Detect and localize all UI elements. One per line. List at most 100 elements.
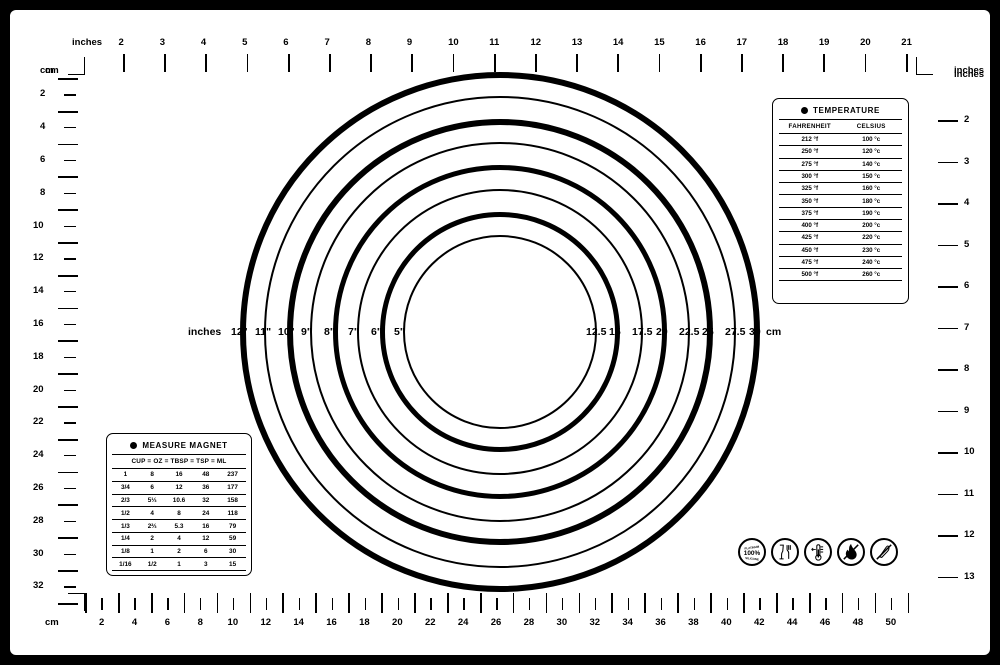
- corner-bracket-right-top: [916, 57, 933, 75]
- ruler-tick-major: [864, 54, 867, 72]
- ruler-tick-major: [479, 593, 482, 613]
- circle-guide-5in: [403, 235, 597, 429]
- table-row: 425 °f 220 °c: [779, 231, 902, 245]
- ruler-right-inches: 2 3 4 5 6 7 8 9 10 11 12 13 inches: [916, 10, 990, 655]
- ruler-tick-minor: [64, 488, 76, 490]
- table-row: 1/3 2⅔ 5.3 16 79: [112, 519, 246, 533]
- ruler-tick-major: [58, 176, 78, 179]
- circle-unit-label-cm: cm: [766, 326, 782, 338]
- ruler-tick-minor: [792, 598, 794, 610]
- circle-label-cm-22.5: 22.5: [679, 326, 700, 338]
- oz-value: 1/2: [138, 557, 166, 571]
- table-row: 1/8 1 2 6 30: [112, 544, 246, 558]
- measure-table: CUP = OZ = TBSP = TSP = ML 1 8 16 48 237 3/4 6…: [112, 454, 246, 572]
- ruler-tick-major: [381, 593, 383, 613]
- ruler-tick-minor: [496, 598, 498, 610]
- ruler-label-right-3: 3: [964, 155, 970, 167]
- celsius-value: 160 °c: [840, 182, 902, 195]
- ruler-label-left-10: 10: [33, 219, 44, 231]
- bullet-icon: [130, 442, 138, 449]
- ruler-label-top-17: 17: [736, 37, 748, 48]
- ruler-tick-minor: [134, 598, 136, 610]
- ruler-tick-major: [823, 54, 826, 72]
- ruler-label-right-8: 8: [964, 363, 970, 374]
- ruler-label-bottom-18: 18: [359, 617, 370, 628]
- ruler-tick-major: [370, 54, 372, 72]
- table-row: 300 °f 150 °c: [779, 169, 902, 183]
- celsius-value: 180 °c: [840, 194, 902, 208]
- cup-value: 1/16: [112, 557, 139, 571]
- ruler-tick-major: [782, 54, 784, 72]
- ml-value: 177: [219, 480, 246, 495]
- oz-value: 5⅓: [138, 493, 166, 507]
- ruler-tick-minor: [397, 598, 399, 610]
- circle-label-inches-12in: 12": [231, 326, 248, 338]
- ruler-label-top-5: 5: [242, 37, 248, 48]
- fahrenheit-value: 325 °f: [779, 182, 841, 195]
- ruler-tick-major: [246, 54, 249, 72]
- ruler-tick-minor: [529, 598, 531, 610]
- ruler-tick-major: [287, 54, 290, 72]
- tbsp-value: 16: [165, 468, 193, 482]
- ruler-tick-minor: [298, 598, 301, 610]
- ruler-tick-minor: [64, 258, 76, 260]
- ruler-label-left-12: 12: [33, 252, 44, 264]
- oz-value: 1: [138, 544, 166, 558]
- ruler-tick-major: [808, 593, 811, 613]
- ruler-tick-major: [677, 593, 679, 613]
- celsius-value: 190 °c: [840, 206, 902, 220]
- ruler-label-top-6: 6: [283, 37, 289, 48]
- ruler-label-top-8: 8: [365, 37, 371, 48]
- ruler-tick-major: [123, 54, 125, 72]
- ruler-tick-major: [183, 593, 186, 613]
- ruler-label-right-7: 7: [964, 321, 970, 333]
- ruler-label-top-21: 21: [901, 37, 912, 48]
- no-open-flame-icon: [837, 538, 865, 566]
- ruler-tick-minor: [463, 598, 465, 610]
- ruler-tick-major: [741, 54, 743, 72]
- ruler-tick-major: [938, 244, 958, 247]
- ruler-label-top-10: 10: [448, 37, 459, 48]
- table-row: 500 °f 260 °c: [779, 268, 902, 281]
- celsius-value: 200 °c: [840, 218, 902, 232]
- ruler-tick-minor: [891, 598, 893, 610]
- ruler-tick-minor: [64, 324, 76, 326]
- ruler-tick-major: [249, 593, 252, 613]
- ruler-tick-major: [938, 286, 958, 288]
- ruler-label-bottom-8: 8: [197, 617, 203, 628]
- table-row: 1/4 2 4 12 59: [112, 531, 246, 546]
- ruler-label-right-6: 6: [964, 280, 970, 291]
- ruler-tick-major: [699, 54, 702, 72]
- ruler-tick-major: [58, 274, 78, 277]
- tsp-value: 32: [192, 493, 220, 507]
- ruler-label-right-11: 11: [964, 487, 975, 499]
- table-row: 1/16 1/2 1 3 15: [112, 557, 246, 571]
- celsius-value: 230 °c: [840, 243, 902, 257]
- ruler-label-bottom-40: 40: [721, 617, 732, 628]
- ruler-label-bottom-30: 30: [556, 617, 568, 628]
- table-row: 275 °f 140 °c: [779, 157, 902, 171]
- ruler-tick-major: [411, 54, 414, 72]
- ruler-tick-major: [938, 576, 958, 579]
- table-row: 375 °f 190 °c: [779, 206, 902, 220]
- ruler-tick-minor: [660, 598, 663, 610]
- ruler-label-bottom-48: 48: [852, 617, 864, 628]
- temperature-card-title: TEMPERATURE: [779, 101, 902, 119]
- ruler-label-bottom-34: 34: [622, 617, 633, 628]
- corner-bracket-left-top: [68, 57, 85, 75]
- ruler-tick-major: [545, 593, 548, 613]
- table-row: 350 °f 180 °c: [779, 194, 902, 208]
- ruler-tick-major: [85, 593, 87, 613]
- ruler-label-left-32: 32: [33, 580, 44, 592]
- ruler-tick-major: [512, 593, 515, 613]
- circle-label-cm-25: 25: [702, 326, 714, 338]
- tsp-value: 3: [192, 557, 220, 571]
- ruler-label-top-16: 16: [695, 37, 706, 48]
- table-row: 450 °f 230 °c: [779, 243, 902, 257]
- temperature-conversion-card: TEMPERATURE FAHRENHEIT CELSIUS 212 °f 100…: [772, 98, 909, 304]
- ruler-tick-major: [58, 143, 78, 146]
- ruler-label-bottom-16: 16: [326, 617, 337, 628]
- no-knife-icon: [870, 538, 898, 566]
- mat-surface: 12" 30 11" 27.5 10" 25 9" 22.5 8" 20 7" 17.5 6" 15 5" 1…: [10, 10, 990, 655]
- ml-value: 79: [219, 519, 246, 533]
